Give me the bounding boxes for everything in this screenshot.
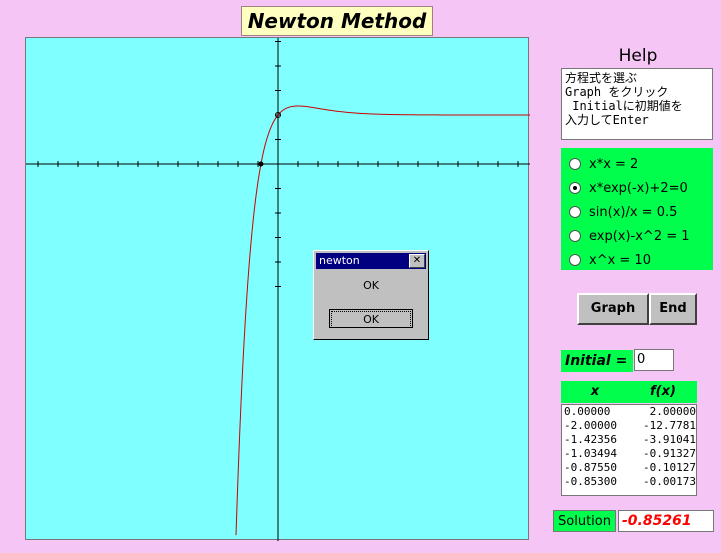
table-row: -0.87550 -0.10127 [562, 461, 696, 475]
solution-label: Solution [553, 510, 616, 532]
cell-x: -2.00000 [564, 419, 617, 432]
cell-x: -1.03494 [564, 447, 617, 460]
table-row: 0.00000 2.00000 [562, 405, 696, 419]
cell-fx: -0.00173 [643, 475, 696, 488]
radio-icon[interactable] [569, 230, 581, 242]
radio-icon[interactable] [569, 206, 581, 218]
iteration-table[interactable]: 0.00000 2.00000 -2.00000 -12.7781 -1.42356… [561, 404, 697, 496]
root-point-marker [258, 161, 264, 167]
initial-label: Initial = [561, 350, 633, 372]
iteration-table-header: x f(x) [561, 381, 697, 403]
graph-canvas [26, 38, 530, 541]
equation-option-0[interactable]: x*x = 2 [561, 152, 713, 176]
app-title: Newton Method [241, 6, 433, 36]
end-button[interactable]: End [649, 293, 697, 325]
cell-x: 0.00000 [564, 405, 611, 418]
equation-option-2[interactable]: sin(x)/x = 0.5 [561, 200, 713, 224]
equation-option-1[interactable]: x*exp(-x)+2=0 [561, 176, 713, 200]
equation-option-3[interactable]: exp(x)-x^2 = 1 [561, 224, 713, 248]
equation-label: x^x = 10 [589, 252, 651, 268]
cell-fx: -12.7781 [643, 419, 696, 432]
equation-radio-group: x*x = 2 x*exp(-x)+2=0 sin(x)/x = 0.5 exp… [561, 148, 713, 270]
cell-x: -1.42356 [564, 433, 617, 446]
cell-x: -0.85300 [564, 475, 617, 488]
message-dialog: newton ✕ OK OK [313, 250, 429, 340]
initial-value-input[interactable]: 0 [634, 349, 674, 371]
radio-icon[interactable] [569, 158, 581, 170]
dialog-title: newton [319, 254, 360, 267]
dialog-ok-button[interactable]: OK [329, 309, 413, 328]
graph-plot-area [25, 37, 530, 541]
close-icon[interactable]: ✕ [409, 254, 425, 268]
help-text-box: 方程式を選ぶ Graph をクリック Initialに初期値を 入力してEnte… [561, 68, 713, 140]
radio-icon[interactable] [569, 254, 581, 266]
cell-fx: -3.91041 [643, 433, 696, 446]
dialog-message: OK [363, 279, 379, 292]
equation-label: x*x = 2 [589, 156, 639, 172]
table-row: -2.00000 -12.7781 [562, 419, 696, 433]
table-row: -0.85300 -0.00173 [562, 475, 696, 489]
solution-value: -0.85261 [618, 510, 714, 532]
table-row: -1.03494 -0.91327 [562, 447, 696, 461]
dialog-titlebar[interactable]: newton ✕ [316, 253, 426, 269]
equation-option-4[interactable]: x^x = 10 [561, 248, 713, 272]
graph-button[interactable]: Graph [577, 293, 649, 325]
column-header-x: x [590, 384, 600, 399]
table-row: -1.42356 -3.91041 [562, 433, 696, 447]
cell-fx: -0.91327 [643, 447, 696, 460]
help-title: Help [618, 46, 658, 66]
equation-label: exp(x)-x^2 = 1 [589, 228, 690, 244]
cell-x: -0.87550 [564, 461, 617, 474]
column-header-fx: f(x) [650, 384, 676, 399]
equation-label: x*exp(-x)+2=0 [589, 180, 688, 196]
cell-fx: 2.00000 [649, 405, 696, 418]
radio-selected-icon[interactable] [569, 182, 581, 194]
cell-fx: -0.10127 [643, 461, 696, 474]
equation-label: sin(x)/x = 0.5 [589, 204, 678, 220]
ok-label: OK [331, 311, 411, 328]
